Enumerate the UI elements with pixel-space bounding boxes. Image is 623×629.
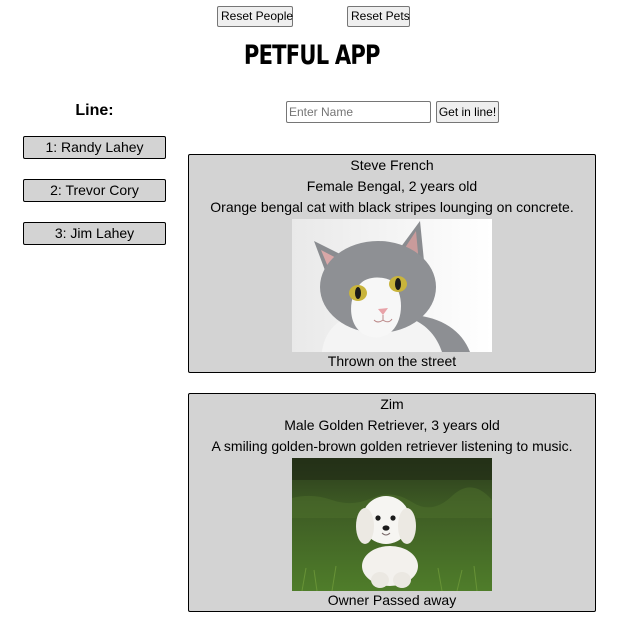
- queue-person: 2: Trevor Cory: [23, 179, 166, 202]
- name-input[interactable]: [286, 101, 431, 123]
- pet-description: Orange bengal cat with black stripes lou…: [210, 199, 574, 215]
- dog-photo: [292, 458, 492, 591]
- queue-person: 1: Randy Lahey: [23, 136, 166, 159]
- pet-details: Female Bengal, 2 years old: [306, 178, 478, 194]
- pet-description: A smiling golden-brown golden retriever …: [211, 438, 573, 454]
- get-in-line-button[interactable]: Get in line!: [436, 101, 499, 123]
- pet-story: Owner Passed away: [327, 592, 457, 608]
- pet-name: Steve French: [350, 157, 434, 173]
- app-title: PETFUL APP: [243, 40, 381, 71]
- pet-name: Zim: [380, 396, 404, 412]
- pet-card-dog: Zim Male Golden Retriever, 3 years old A…: [188, 393, 596, 612]
- pet-card-cat: Steve French Female Bengal, 2 years old …: [188, 154, 596, 373]
- cat-photo: [292, 219, 492, 352]
- reset-people-button[interactable]: Reset People: [217, 6, 293, 27]
- queue-person: 3: Jim Lahey: [23, 222, 166, 245]
- reset-pets-button[interactable]: Reset Pets: [347, 6, 410, 27]
- pet-details: Male Golden Retriever, 3 years old: [284, 417, 500, 433]
- pet-story: Thrown on the street: [327, 353, 457, 369]
- petful-page: Reset People Reset Pets PETFUL APP Line:…: [0, 0, 623, 629]
- line-heading: Line:: [75, 102, 114, 119]
